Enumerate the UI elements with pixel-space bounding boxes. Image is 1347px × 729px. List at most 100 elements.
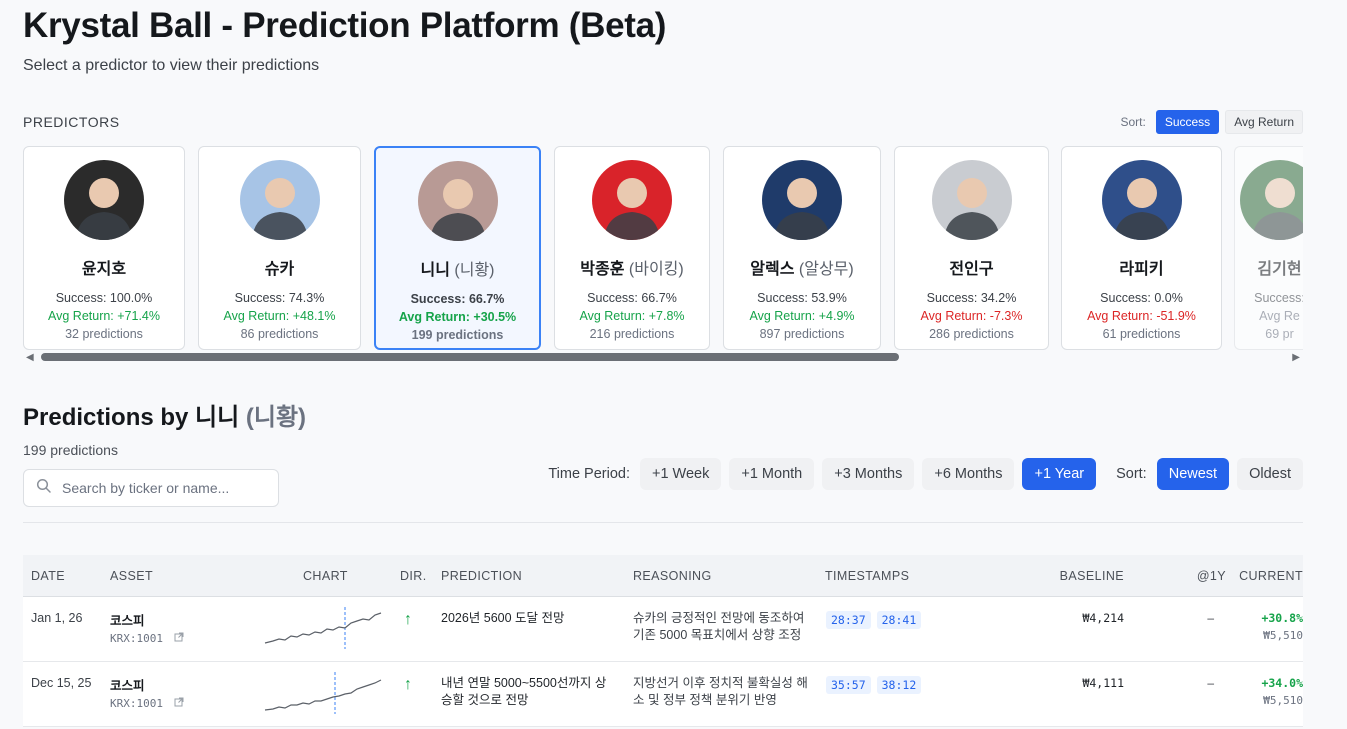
row-at-1y: – [1207,676,1214,690]
asset-code: KRX:1001 [110,697,184,710]
avatar [931,160,1012,240]
column-direction: DIR. [400,569,427,583]
current-return: +30.8% [1261,611,1303,625]
predictor-prediction-count: 32 predictions [65,327,143,341]
page-title: Krystal Ball - Prediction Platform (Beta… [23,6,667,45]
predictor-success: Success: 34.2% [926,291,1017,305]
predictions-heading-name: 니니 [195,404,240,431]
search-box[interactable] [23,469,279,507]
predictor-avg-return: Avg Return: -7.3% [920,309,1023,323]
avatar [1239,160,1303,240]
external-link-icon[interactable] [174,697,184,710]
predictor-prediction-count: 897 predictions [759,327,845,341]
column-asset[interactable]: ASSET [110,569,153,583]
predictor-prediction-count: 286 predictions [929,327,1014,341]
sparkline-path [264,612,382,644]
avatar [239,160,320,240]
sort-newest-button[interactable]: Newest [1156,458,1230,490]
predictions-heading-prefix: Predictions by [23,404,189,431]
sparkline-chart [263,672,385,719]
direction-up-icon: ↑ [404,611,412,628]
period-1-week-button[interactable]: +1 Week [639,458,722,490]
timestamp-link[interactable]: 38:12 [876,676,922,694]
predictor-name: 라피키 [1062,255,1221,279]
predictor-success: Success: 0.0% [1100,291,1183,305]
avatar [592,160,672,240]
predictor-success: Success: 66.7% [587,291,677,305]
predictor-name: 니니 (니황) [376,256,539,280]
predictors-label: PREDICTORS [23,114,120,130]
current-return: +34.0% [1261,676,1303,690]
predictor-name-text: 알렉스 [750,261,795,278]
predictor-card[interactable]: 니니 (니황) Success: 66.7% Avg Return: +30.5… [374,146,541,350]
timestamp-link[interactable]: 35:57 [826,676,871,694]
scroll-right-icon[interactable]: ▶ [1292,352,1300,363]
asset-code-text: KRX:1001 [110,632,163,645]
predictor-alias: (바이킹) [628,261,684,278]
timestamp-link[interactable]: 28:37 [826,611,871,629]
external-link-icon[interactable] [174,632,184,645]
row-asset: 코스피 KRX:1001 [110,675,184,710]
table-row[interactable]: Jan 1, 26 코스피 KRX:1001 ↑ 2026년 5600 도달 전… [23,597,1303,662]
predictor-avg-return: Avg Return: -51.9% [1087,309,1196,323]
period-6-months-button[interactable]: +6 Months [922,458,1015,490]
time-period-label: Time Period: [548,466,630,482]
row-date: Dec 15, 25 [31,676,92,690]
predictor-card[interactable]: 알렉스 (알상무) Success: 53.9% Avg Return: +4.… [723,146,881,350]
row-prediction: 내년 연말 5000~5500선까지 상승할 것으로 전망 [441,676,607,707]
predictor-prediction-count: 216 predictions [589,327,675,341]
current-price: ₩5,510 [1263,629,1303,642]
scrollbar-thumb[interactable] [41,353,899,361]
search-input[interactable] [62,480,262,496]
row-baseline: ₩4,111 [1082,676,1124,690]
predictor-card[interactable]: 전인구 Success: 34.2% Avg Return: -7.3% 286… [894,146,1049,350]
row-baseline: ₩4,214 [1082,611,1124,625]
predictor-name-text: 전인구 [949,261,994,278]
sort-avg-return-button[interactable]: Avg Return [1225,110,1303,134]
column-reasoning: REASONING [633,569,712,583]
column-baseline: BASELINE [1059,569,1124,583]
predictor-carousel: 윤지호 Success: 100.0% Avg Return: +71.4% 3… [23,146,1303,351]
avatar [762,160,842,240]
period-3-months-button[interactable]: +3 Months [822,458,915,490]
scroll-left-icon[interactable]: ◀ [26,352,34,363]
column-date[interactable]: DATE [31,569,65,583]
predictor-name: 알렉스 (알상무) [724,255,880,279]
sort-success-button[interactable]: Success [1155,110,1220,134]
table-row[interactable]: Dec 15, 25 코스피 KRX:1001 ↑ 내년 연말 5000~550… [23,662,1303,727]
asset-code-text: KRX:1001 [110,697,163,710]
section-divider [23,522,1303,523]
current-price: ₩5,510 [1263,694,1303,707]
row-current: +34.0% ₩5,510 [1261,676,1303,707]
predictor-card[interactable]: 김기현 Success: Avg Re 69 pr [1234,146,1303,350]
row-timestamps: 28:37 28:41 [826,611,922,629]
row-prediction: 2026년 5600 도달 전망 [441,611,565,625]
predictor-name-text: 김기현 [1257,261,1302,278]
column-current: CURRENT [1239,569,1303,583]
asset-name: 코스피 [110,614,145,628]
row-date: Jan 1, 26 [31,611,83,625]
column-prediction: PREDICTION [441,569,523,583]
column-chart: CHART [303,569,348,583]
predictor-card[interactable]: 슈카 Success: 74.3% Avg Return: +48.1% 86 … [198,146,361,350]
sort-oldest-button[interactable]: Oldest [1237,458,1303,490]
period-1-month-button[interactable]: +1 Month [729,458,815,490]
predictor-name-text: 라피키 [1119,261,1164,278]
sparkline-path [264,679,382,711]
predictor-success: Success: 53.9% [757,291,847,305]
asset-name: 코스피 [110,679,145,693]
table-header: DATE ASSET CHART DIR. PREDICTION REASONI… [23,555,1303,597]
carousel-scrollbar[interactable]: ◀ ▶ [23,351,1303,363]
predictor-prediction-count: 61 predictions [1102,327,1181,341]
row-reasoning: 슈카의 긍정적인 전망에 동조하여 기존 5000 목표치에서 상향 조정 [633,611,805,642]
predictor-sort: Sort: Success Avg Return [1120,110,1303,134]
row-at-1y: – [1207,611,1214,625]
predictor-card[interactable]: 윤지호 Success: 100.0% Avg Return: +71.4% 3… [23,146,185,350]
predictions-table: DATE ASSET CHART DIR. PREDICTION REASONI… [23,555,1303,727]
avatar [1101,160,1182,240]
timestamp-link[interactable]: 28:41 [876,611,922,629]
predictor-alias: (니황) [454,262,495,279]
predictor-card[interactable]: 라피키 Success: 0.0% Avg Return: -51.9% 61 … [1061,146,1222,350]
period-1-year-button[interactable]: +1 Year [1022,458,1097,490]
predictor-card[interactable]: 박종훈 (바이킹) Success: 66.7% Avg Return: +7.… [554,146,710,350]
